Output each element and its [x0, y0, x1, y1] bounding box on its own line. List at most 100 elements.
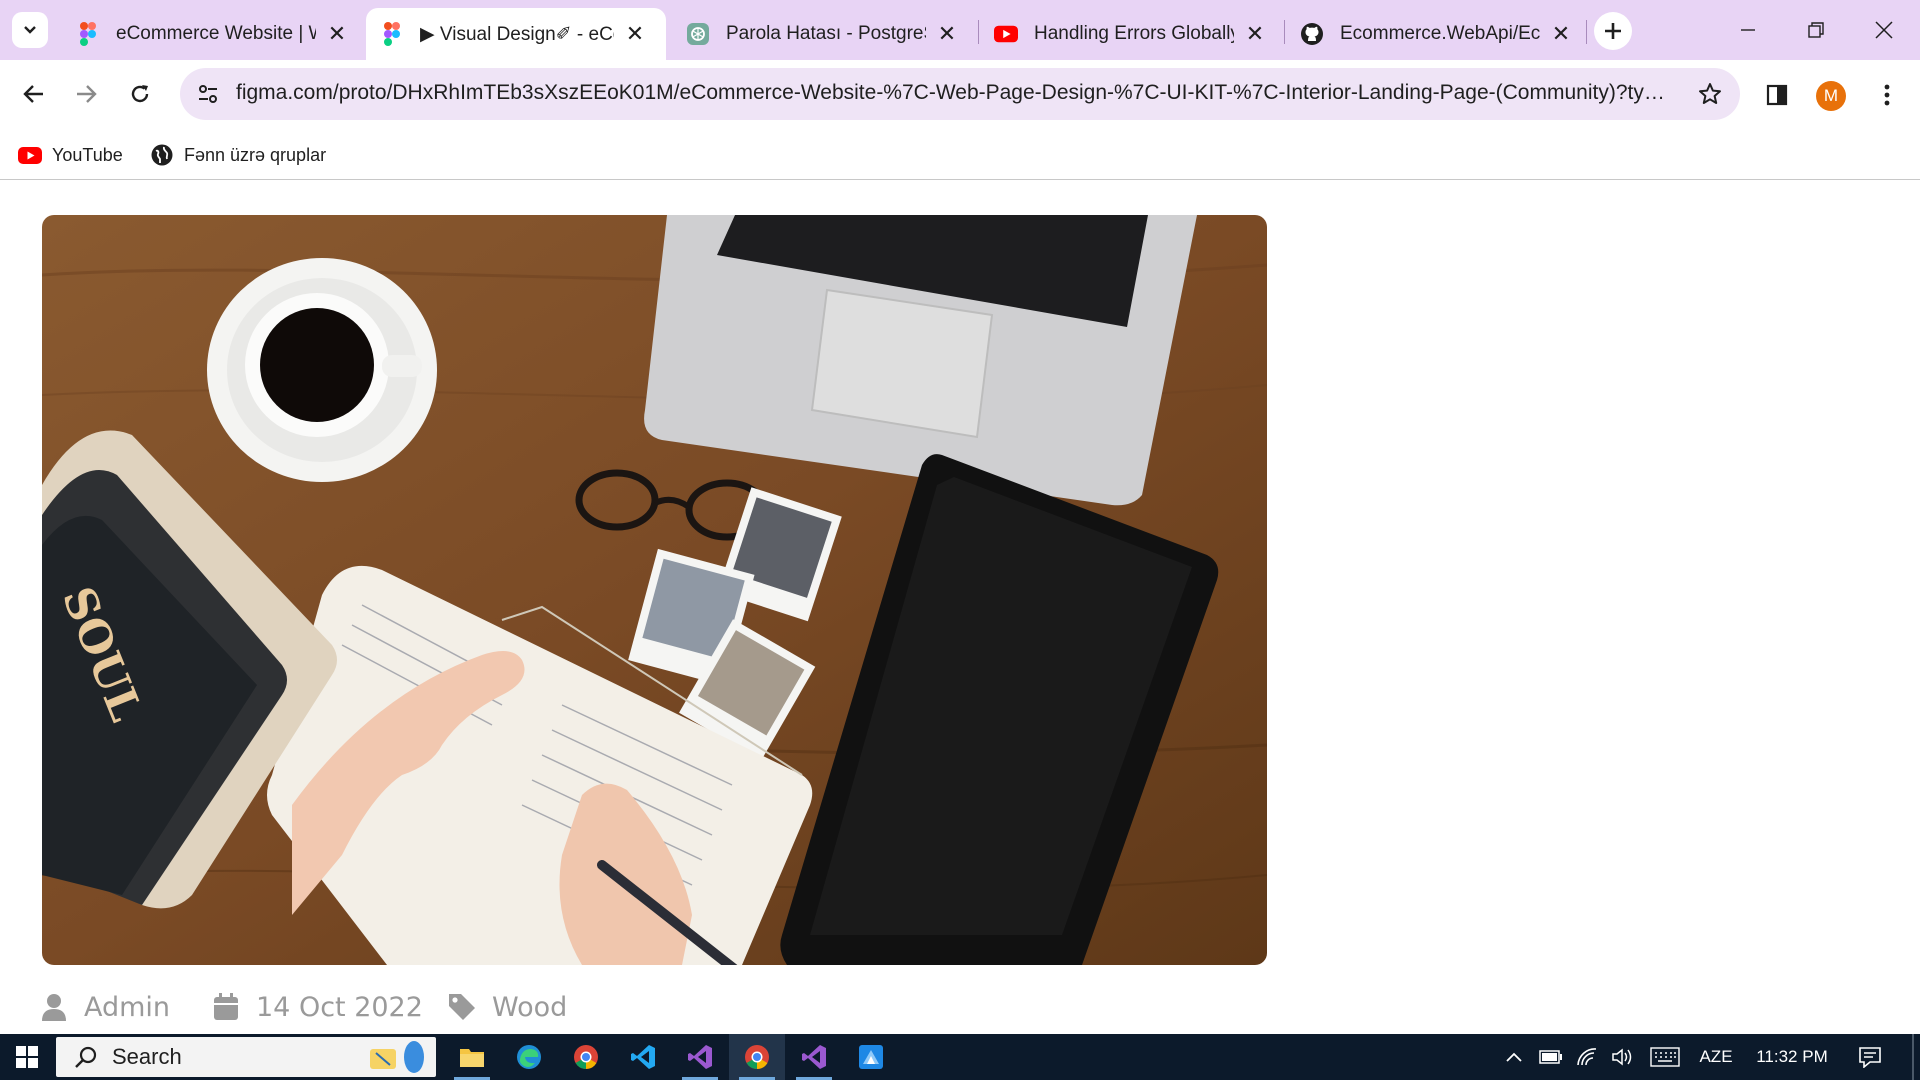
youtube-icon: [18, 143, 42, 167]
taskbar-chrome[interactable]: [558, 1034, 614, 1080]
post-tag: Wood: [446, 987, 567, 1027]
tray-network[interactable]: [1570, 1034, 1604, 1080]
arrow-left-icon: [23, 85, 43, 103]
tray-volume[interactable]: [1606, 1034, 1640, 1080]
close-icon: [1875, 21, 1893, 39]
figma-prototype-viewport: SOUL Admin 14 Oct 2022 Wood: [0, 181, 1920, 1034]
visual-studio-icon: [688, 1045, 712, 1069]
close-icon[interactable]: ✕: [1244, 21, 1266, 46]
tab-ecommerce-website[interactable]: eCommerce Website | We ✕: [62, 8, 362, 60]
tray-overflow-button[interactable]: [1496, 1034, 1532, 1080]
figma-icon: [380, 22, 404, 46]
taskbar-azure-data-studio[interactable]: [843, 1034, 899, 1080]
hero-image: SOUL: [42, 215, 1267, 965]
user-icon: [38, 991, 70, 1023]
minimize-icon: [1741, 29, 1755, 31]
edge-icon: [517, 1045, 541, 1069]
globe-icon: [150, 143, 174, 167]
keyboard-icon: [1650, 1047, 1680, 1067]
taskbar-visual-studio[interactable]: [672, 1034, 728, 1080]
start-button[interactable]: [0, 1034, 54, 1080]
taskbar-search[interactable]: Search: [56, 1037, 436, 1077]
notification-icon: [1859, 1047, 1881, 1068]
tab-visual-design[interactable]: ▶ Visual Design✐ - eCor ✕: [366, 8, 666, 60]
taskbar-chrome-active[interactable]: [729, 1034, 785, 1080]
tab-strip: eCommerce Website | We ✕ ▶ Visual Design…: [0, 0, 1920, 60]
taskbar-visual-studio-2[interactable]: [786, 1034, 842, 1080]
windows-taskbar: Search AZE 11:32 PM: [0, 1034, 1920, 1080]
github-icon: [1300, 22, 1324, 46]
tray-clock[interactable]: 11:32 PM: [1748, 1034, 1836, 1080]
side-panel-button[interactable]: [1762, 80, 1792, 110]
tab-title: Parola Hatası - PostgreSC: [726, 23, 926, 44]
wifi-icon: [1577, 1048, 1597, 1066]
post-author: Admin: [38, 987, 170, 1027]
close-icon[interactable]: ✕: [1550, 21, 1572, 46]
tab-github-ecommerce[interactable]: Ecommerce.WebApi/Ecor ✕: [1286, 8, 1586, 60]
post-date-text: 14 Oct 2022: [256, 991, 423, 1023]
post-date: 14 Oct 2022: [210, 987, 423, 1027]
reload-icon: [131, 85, 149, 103]
taskbar-search-label: Search: [112, 1044, 182, 1069]
side-panel-icon: [1766, 84, 1788, 106]
more-vertical-icon: [1884, 84, 1890, 106]
forward-button[interactable]: [66, 74, 106, 114]
chrome-icon: [574, 1045, 598, 1069]
tab-title: Handling Errors Globally: [1034, 23, 1234, 44]
tab-title: ▶ Visual Design✐ - eCor: [420, 23, 614, 45]
close-icon[interactable]: ✕: [936, 21, 958, 46]
browser-menu-button[interactable]: [1872, 80, 1902, 110]
close-icon[interactable]: ✕: [624, 21, 646, 46]
show-desktop-edge[interactable]: [1912, 1034, 1914, 1080]
address-bar[interactable]: figma.com/proto/DHxRhImTEb3sXszEEoK01M/e…: [180, 68, 1740, 120]
tab-search-button[interactable]: [12, 12, 48, 48]
minimize-button[interactable]: [1726, 10, 1770, 50]
taskbar-vscode[interactable]: [615, 1034, 671, 1080]
tray-battery[interactable]: [1534, 1034, 1568, 1080]
windows-icon: [16, 1046, 38, 1068]
tray-language[interactable]: AZE: [1692, 1034, 1740, 1080]
url-text[interactable]: figma.com/proto/DHxRhImTEb3sXszEEoK01M/e…: [236, 81, 1666, 105]
figma-icon: [76, 22, 100, 46]
search-icon: [66, 1037, 106, 1077]
bookmark-fenn-uzre-qruplar[interactable]: Fənn üzrə qruplar: [144, 138, 332, 172]
post-author-name: Admin: [84, 991, 171, 1023]
chevron-down-icon: [24, 26, 36, 34]
tag-icon: [446, 991, 478, 1023]
new-tab-button[interactable]: [1594, 12, 1632, 50]
tray-keyboard[interactable]: [1646, 1034, 1684, 1080]
restore-button[interactable]: [1794, 10, 1838, 50]
tab-title: Ecommerce.WebApi/Ecor: [1340, 23, 1540, 44]
calendar-icon: [210, 991, 242, 1023]
reload-button[interactable]: [120, 74, 160, 114]
volume-icon: [1612, 1048, 1632, 1066]
profile-avatar[interactable]: M: [1816, 81, 1846, 111]
azure-data-studio-icon: [859, 1045, 883, 1069]
site-info-icon[interactable]: [194, 80, 222, 108]
browser-toolbar: figma.com/proto/DHxRhImTEb3sXszEEoK01M/e…: [0, 60, 1920, 130]
chevron-up-icon: [1506, 1052, 1522, 1062]
bookmark-star-icon[interactable]: [1696, 80, 1724, 108]
tab-parola-hatasi[interactable]: Parola Hatası - PostgreSC ✕: [672, 8, 972, 60]
close-icon[interactable]: ✕: [326, 21, 348, 46]
tab-handling-errors[interactable]: Handling Errors Globally ✕: [980, 8, 1280, 60]
chrome-icon: [745, 1045, 769, 1069]
tray-notifications[interactable]: [1850, 1034, 1890, 1080]
close-window-button[interactable]: [1862, 10, 1906, 50]
taskbar-edge[interactable]: [501, 1034, 557, 1080]
tab-separator: [1284, 20, 1285, 44]
back-button[interactable]: [14, 74, 54, 114]
bookmark-label: Fənn üzrə qruplar: [184, 144, 327, 165]
chatgpt-icon: [686, 22, 710, 46]
bookmark-label: YouTube: [52, 144, 123, 165]
battery-icon: [1539, 1050, 1562, 1064]
vscode-icon: [631, 1045, 655, 1069]
bookmarks-bar: YouTube Fənn üzrə qruplar: [0, 130, 1920, 180]
tab-title: eCommerce Website | We: [116, 23, 316, 44]
visual-studio-icon: [802, 1045, 826, 1069]
taskbar-file-explorer[interactable]: [444, 1034, 500, 1080]
arrow-right-icon: [77, 85, 97, 103]
bookmark-youtube[interactable]: YouTube: [12, 138, 129, 172]
tab-separator: [1586, 20, 1587, 44]
post-tag-text: Wood: [492, 991, 568, 1023]
